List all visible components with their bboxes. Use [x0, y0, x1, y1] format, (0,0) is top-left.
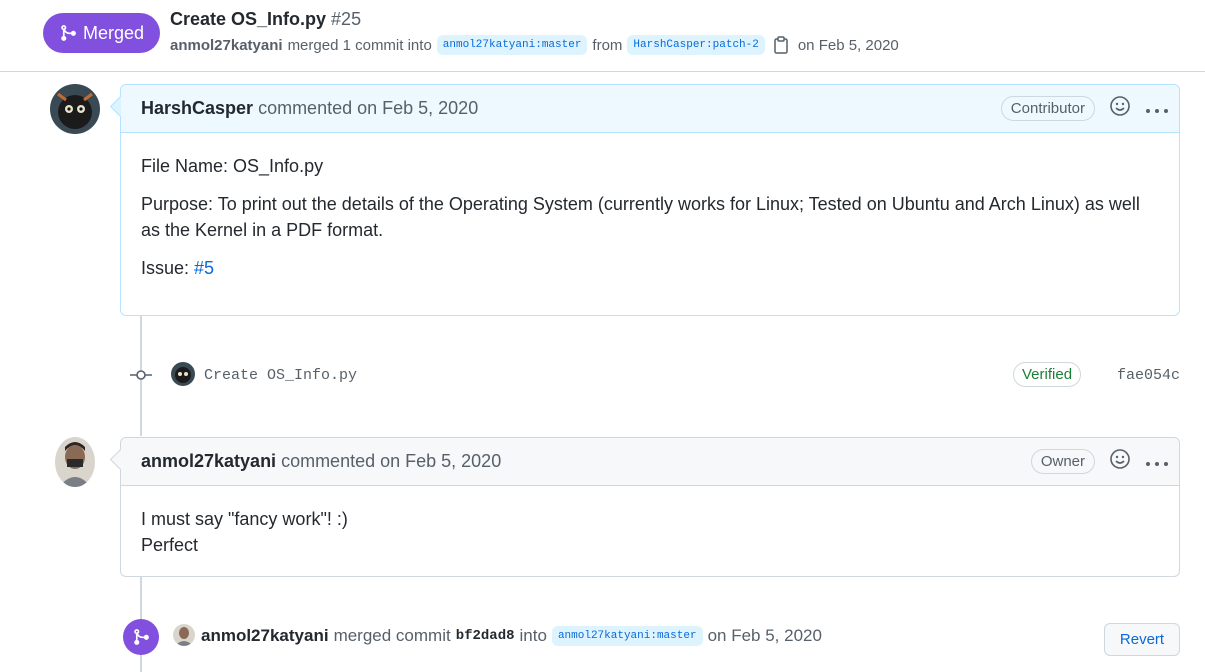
git-merge-icon	[59, 24, 77, 42]
comment-actions: Owner	[1030, 438, 1169, 485]
comment-meta[interactable]: commented on Feb 5, 2020	[281, 451, 501, 472]
merge-branch[interactable]: anmol27katyani:master	[551, 626, 703, 646]
pr-meta: anmol27katyani merged 1 commit into anmo…	[170, 35, 904, 55]
comment-text: Purpose: To print out the details of the…	[141, 194, 1140, 240]
comment-body: I must say "fancy work"! :) Perfect	[121, 486, 1179, 568]
merge-text: merged commit	[333, 626, 451, 645]
merged-state-badge: Merged	[43, 13, 160, 53]
avatar-anmol27katyani[interactable]	[55, 437, 95, 487]
issue-link[interactable]: #5	[194, 258, 214, 278]
pr-author-link[interactable]: anmol27katyani	[170, 37, 283, 54]
role-badge: Contributor	[1000, 96, 1095, 121]
merged-text: merged 1 commit into	[287, 36, 432, 54]
pr-title-text: Create OS_Info.py	[170, 9, 327, 29]
revert-button[interactable]: Revert	[1104, 623, 1180, 656]
role-badge: Owner	[1030, 449, 1095, 474]
commit-sha-link[interactable]: fae054c	[1117, 367, 1180, 384]
smiley-icon[interactable]	[1109, 448, 1131, 475]
comment-author[interactable]: HarshCasper	[141, 98, 253, 119]
commit-row: Create OS_Info.py Verified fae054c	[120, 358, 1180, 392]
git-merge-icon	[123, 619, 159, 655]
comment-harshcasper: HarshCasper commented on Feb 5, 2020 Con…	[120, 84, 1180, 316]
comment-text: File Name: OS_Info.py	[141, 156, 324, 176]
comment-header: HarshCasper commented on Feb 5, 2020 Con…	[121, 85, 1179, 133]
comment-header: anmol27katyani commented on Feb 5, 2020 …	[121, 438, 1179, 486]
state-label: Merged	[82, 22, 145, 43]
base-branch[interactable]: anmol27katyani:master	[436, 35, 588, 55]
comment-meta[interactable]: commented on Feb 5, 2020	[258, 98, 478, 119]
issue-label: Issue:	[141, 258, 190, 278]
comment-body: File Name: OS_Info.py Purpose: To print …	[121, 133, 1179, 303]
merge-date[interactable]: on Feb 5, 2020	[708, 626, 822, 646]
kebab-menu-icon[interactable]	[1145, 98, 1169, 119]
git-commit-icon	[130, 367, 152, 387]
comment-text: Issue: #5	[141, 255, 1159, 281]
pr-number: #25	[331, 9, 362, 29]
smiley-icon[interactable]	[1109, 95, 1131, 122]
clipboard-icon[interactable]	[773, 36, 789, 54]
avatar-anmol27katyani[interactable]	[173, 624, 195, 646]
commit-message-link[interactable]: Create OS_Info.py	[204, 367, 357, 384]
comment-text: I must say "fancy work"! :)	[141, 509, 348, 529]
from-text: from	[592, 36, 623, 54]
comment-actions: Contributor	[1000, 85, 1169, 132]
avatar-harshcasper[interactable]	[50, 84, 100, 134]
merge-author-link[interactable]: anmol27katyani	[201, 626, 329, 646]
merge-date: on Feb 5, 2020	[797, 36, 899, 54]
merge-commit-sha[interactable]: bf2dad8	[456, 628, 515, 644]
kebab-menu-icon[interactable]	[1145, 451, 1169, 472]
comment-anmol27katyani: anmol27katyani commented on Feb 5, 2020 …	[120, 437, 1180, 577]
merge-event-text: anmol27katyani merged commit bf2dad8 int…	[201, 626, 827, 646]
comment-text: Perfect	[141, 535, 199, 555]
merge-event: anmol27katyani merged commit bf2dad8 int…	[123, 618, 1180, 658]
comment-author[interactable]: anmol27katyani	[141, 451, 276, 472]
pr-header: Merged Create OS_Info.py #25 anmol27katya…	[0, 0, 1205, 72]
avatar-harshcasper[interactable]	[171, 362, 195, 386]
pr-title: Create OS_Info.py #25	[170, 9, 361, 30]
into-text: into	[519, 626, 547, 645]
head-branch[interactable]: HarshCasper:patch-2	[627, 35, 765, 55]
verified-badge[interactable]: Verified	[1013, 362, 1082, 387]
